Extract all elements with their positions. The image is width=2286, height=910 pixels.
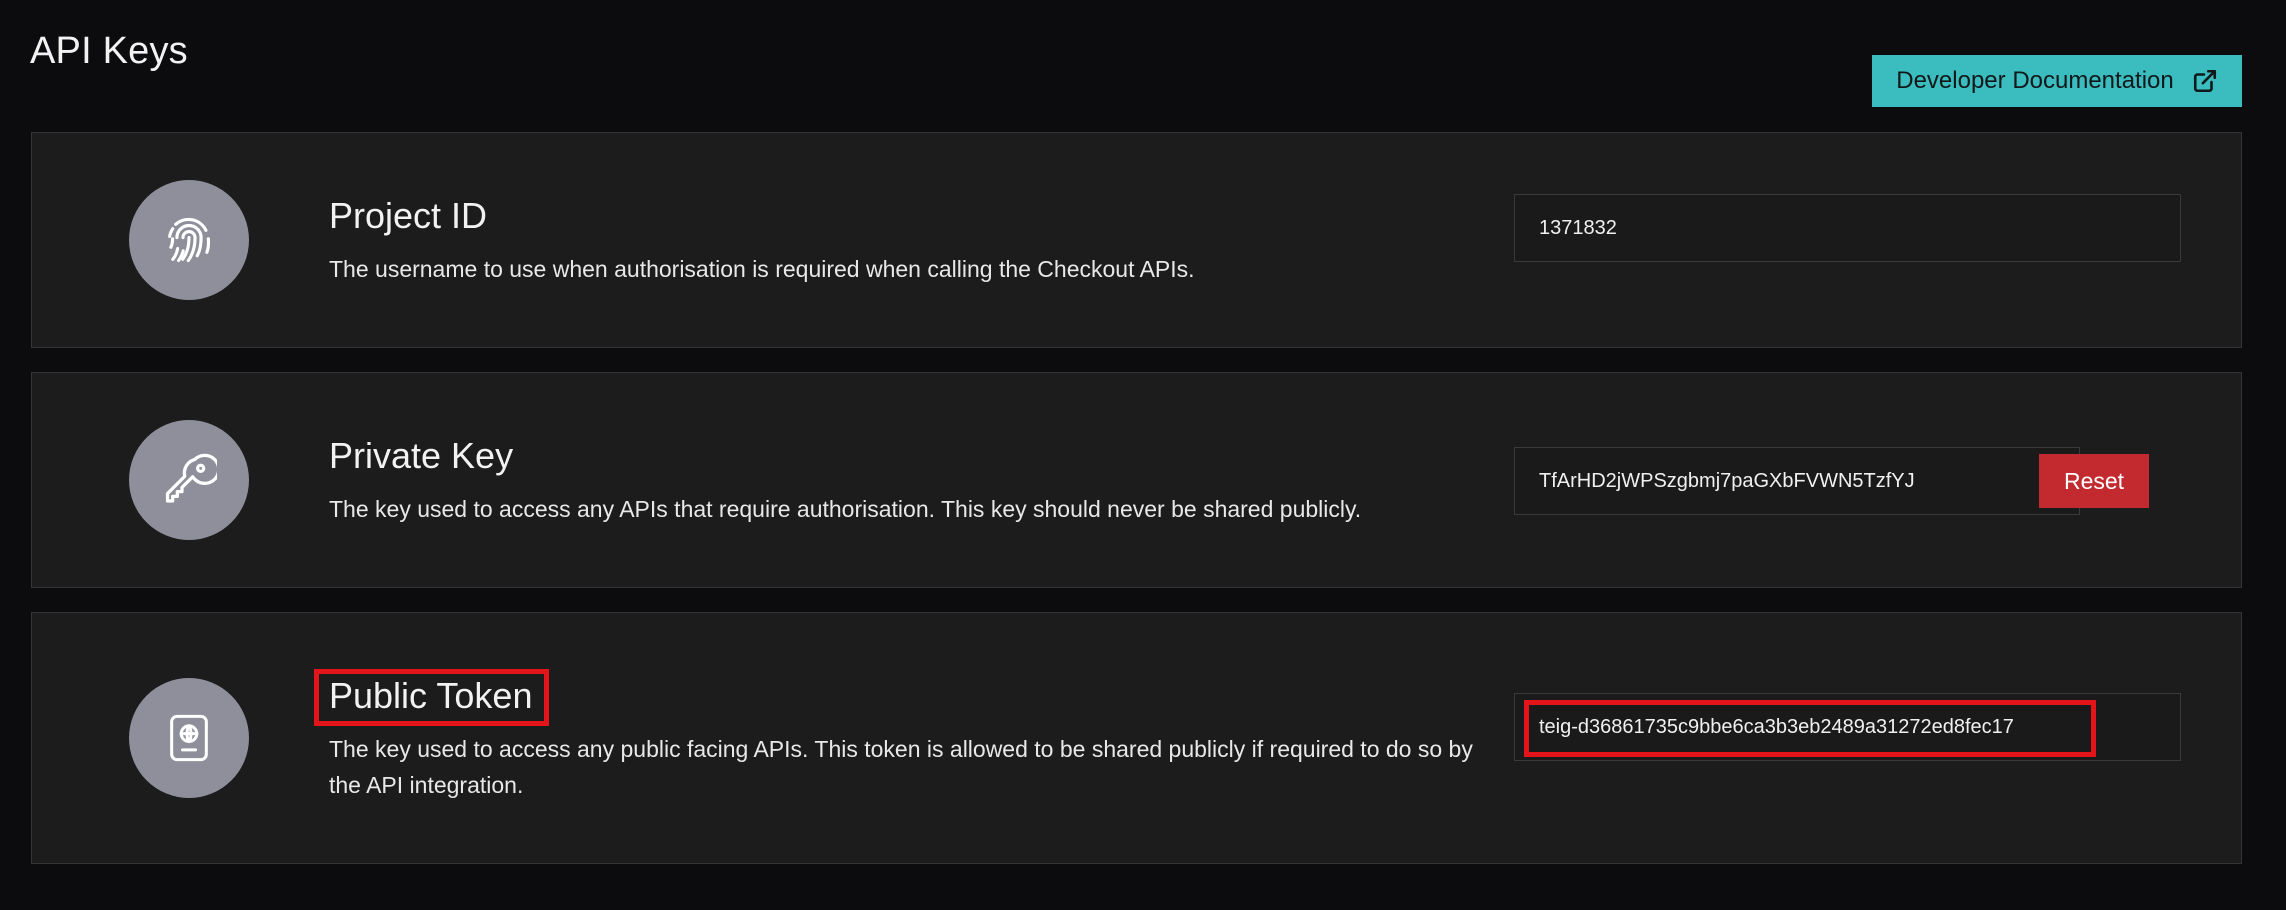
private-key-title: Private Key bbox=[329, 435, 514, 476]
private-key-card: Private Key The key used to access any A… bbox=[31, 372, 2242, 588]
project-id-description: The username to use when authorisation i… bbox=[329, 256, 1195, 282]
public-token-field[interactable] bbox=[1514, 693, 2181, 761]
reset-private-key-button[interactable]: Reset bbox=[2039, 454, 2149, 508]
project-id-title: Project ID bbox=[329, 195, 488, 236]
key-icon bbox=[129, 420, 249, 540]
public-token-title: Public Token bbox=[329, 675, 533, 716]
external-link-icon bbox=[2192, 68, 2218, 94]
project-id-field[interactable] bbox=[1514, 194, 2181, 262]
page-title: API Keys bbox=[30, 30, 188, 72]
passport-icon bbox=[129, 678, 249, 798]
api-keys-page: API Keys Developer Documentation Project… bbox=[0, 0, 2286, 910]
private-key-field[interactable] bbox=[1514, 447, 2080, 515]
private-key-description: The key used to access any APIs that req… bbox=[329, 496, 1362, 522]
developer-documentation-button[interactable]: Developer Documentation bbox=[1872, 55, 2242, 107]
public-token-description: The key used to access any public facing… bbox=[329, 736, 1473, 798]
developer-documentation-label: Developer Documentation bbox=[1896, 67, 2174, 94]
project-id-card: Project ID The username to use when auth… bbox=[31, 132, 2242, 348]
public-token-card: Public Token The key used to access any … bbox=[31, 612, 2242, 864]
fingerprint-icon bbox=[129, 180, 249, 300]
